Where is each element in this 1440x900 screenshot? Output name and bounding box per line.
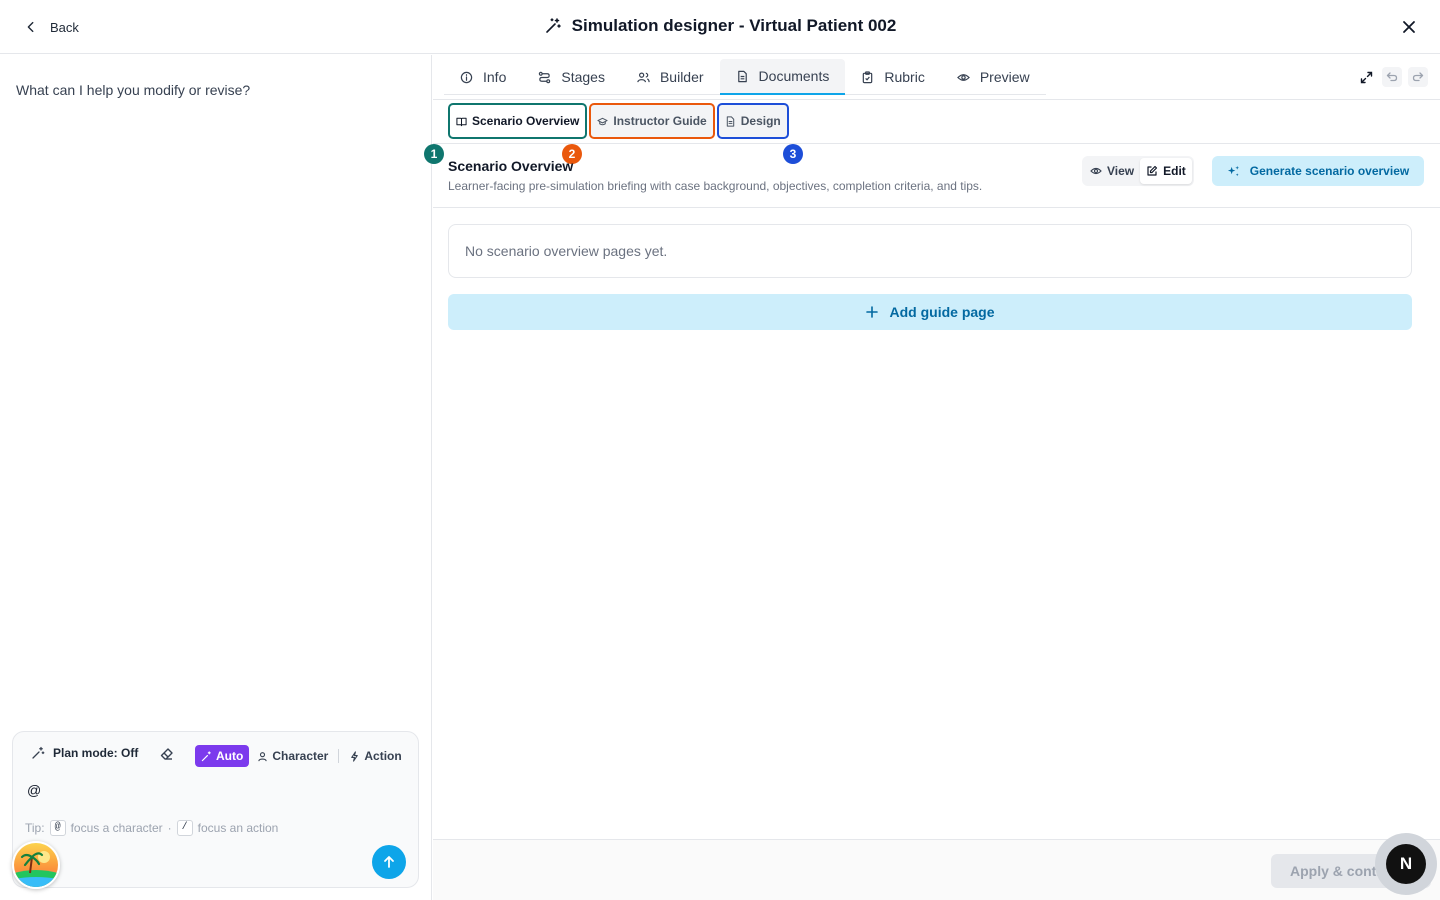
tip-label: Tip: — [25, 821, 45, 835]
beach-avatar-icon — [14, 843, 58, 887]
magic-wand-icon — [32, 746, 45, 759]
edit-button[interactable]: Edit — [1140, 158, 1192, 184]
close-button[interactable] — [1398, 16, 1420, 38]
send-button[interactable] — [372, 845, 406, 879]
eraser-icon[interactable] — [159, 746, 175, 762]
mode-character-button[interactable]: Character — [251, 745, 334, 767]
clipboard-icon — [863, 70, 873, 83]
assistant-prompt: What can I help you modify or revise? — [16, 82, 251, 98]
view-button[interactable]: View — [1084, 158, 1140, 184]
subtabs-divider — [433, 143, 1440, 144]
n-logo-button[interactable]: N — [1386, 844, 1426, 884]
tab-preview-label: Preview — [979, 69, 1030, 85]
eye-icon — [956, 73, 970, 81]
tab-rubric-label: Rubric — [884, 69, 925, 85]
sparkles-icon — [1227, 165, 1239, 176]
chat-input[interactable]: @ — [27, 782, 41, 798]
empty-state: No scenario overview pages yet. — [448, 224, 1412, 278]
tab-info-label: Info — [483, 69, 507, 85]
tip-text-action: focus an action — [197, 821, 279, 835]
empty-message: No scenario overview pages yet. — [465, 243, 668, 259]
edit-label: Edit — [1163, 164, 1186, 178]
mode-auto-button[interactable]: Auto — [195, 745, 250, 767]
composer-tip: Tip: @ focus a character · / focus an ac… — [25, 820, 278, 836]
subtab-design-label: Design — [740, 114, 781, 128]
users-icon — [637, 72, 650, 82]
footer-bar: Apply & continue — [433, 839, 1440, 900]
mode-character-label: Character — [272, 749, 329, 763]
mode-selector: Auto Character Action — [195, 745, 408, 767]
chat-composer: Plan mode: Off Auto Character Action @ T… — [12, 731, 419, 888]
plus-icon — [865, 306, 878, 318]
subtab-scenario-overview-label: Scenario Overview — [472, 114, 580, 128]
expand-icon — [1360, 71, 1372, 83]
document-icon — [737, 70, 747, 82]
assistant-panel: What can I help you modify or revise? Pl… — [0, 55, 432, 900]
magic-wand-icon — [545, 18, 561, 33]
tab-documents[interactable]: Documents — [719, 59, 846, 95]
arrow-up-icon — [384, 856, 394, 868]
section-divider — [433, 207, 1440, 208]
undo-icon — [1386, 72, 1398, 82]
view-edit-toggle: View Edit — [1082, 156, 1194, 186]
redo-icon — [1412, 72, 1424, 82]
floating-assistant-button: N — [1375, 833, 1437, 895]
tab-preview[interactable]: Preview — [941, 59, 1046, 95]
plan-mode-toggle[interactable]: Plan mode: Off — [31, 746, 138, 760]
stages-icon — [539, 71, 551, 83]
book-open-icon — [456, 117, 467, 126]
tip-separator: · — [167, 821, 172, 835]
main-tabs: Info Stages Builder Documents Rubric Pre… — [444, 59, 1046, 95]
mode-action-label: Action — [364, 749, 402, 763]
add-guide-page-button[interactable]: Add guide page — [448, 294, 1412, 330]
subtab-instructor-guide[interactable]: Instructor Guide — [589, 103, 715, 139]
tab-builder[interactable]: Builder — [621, 59, 720, 95]
page-title-text: Simulation designer - Virtual Patient 00… — [571, 16, 897, 35]
info-icon — [460, 71, 473, 83]
subtab-scenario-overview[interactable]: Scenario Overview — [448, 103, 588, 139]
lightning-icon — [351, 750, 359, 762]
plan-mode-label: Plan mode: Off — [53, 746, 139, 760]
generate-scenario-overview-button[interactable]: Generate scenario overview — [1212, 156, 1424, 186]
tab-stages-label: Stages — [561, 69, 605, 85]
eye-icon — [1090, 167, 1102, 175]
graduation-cap-icon — [597, 117, 608, 125]
section-title: Scenario Overview — [448, 158, 574, 174]
tip-key-slash: / — [176, 820, 193, 836]
redo-button[interactable] — [1408, 67, 1428, 87]
mode-divider — [338, 749, 340, 763]
mode-auto-label: Auto — [216, 749, 244, 763]
top-bar: Back Simulation designer - Virtual Patie… — [0, 0, 1440, 54]
mode-action-button[interactable]: Action — [343, 745, 407, 767]
subtab-badge-1: 1 — [424, 144, 444, 164]
tab-info[interactable]: Info — [444, 59, 522, 95]
tab-documents-label: Documents — [758, 68, 830, 84]
edit-icon — [1147, 165, 1158, 176]
tab-stages[interactable]: Stages — [522, 59, 621, 95]
close-icon — [1403, 21, 1415, 33]
undo-button[interactable] — [1382, 67, 1402, 87]
page-title: Simulation designer - Virtual Patient 00… — [0, 16, 1440, 36]
subtab-badge-3: 3 — [783, 144, 803, 164]
subtab-design[interactable]: Design — [716, 103, 789, 139]
tab-builder-label: Builder — [659, 69, 704, 85]
add-guide-page-label: Add guide page — [889, 304, 995, 320]
document-subtabs: Scenario Overview Instructor Guide Desig… — [448, 103, 789, 139]
avatar[interactable] — [12, 841, 60, 889]
tab-toolbar — [1356, 67, 1428, 87]
section-subtitle: Learner-facing pre-simulation briefing w… — [448, 179, 983, 193]
tabs-divider — [433, 99, 1440, 100]
subtab-instructor-guide-label: Instructor Guide — [613, 114, 707, 128]
editor-panel: Info Stages Builder Documents Rubric Pre… — [424, 55, 1440, 900]
view-label: View — [1107, 164, 1135, 178]
document-icon — [726, 115, 734, 127]
tip-text-character: focus a character — [70, 821, 163, 835]
generate-label: Generate scenario overview — [1249, 164, 1410, 178]
tab-rubric[interactable]: Rubric — [845, 59, 940, 95]
expand-button[interactable] — [1356, 67, 1376, 87]
user-icon — [258, 751, 268, 761]
tip-key-at: @ — [49, 820, 66, 836]
magic-wand-icon — [201, 750, 211, 761]
